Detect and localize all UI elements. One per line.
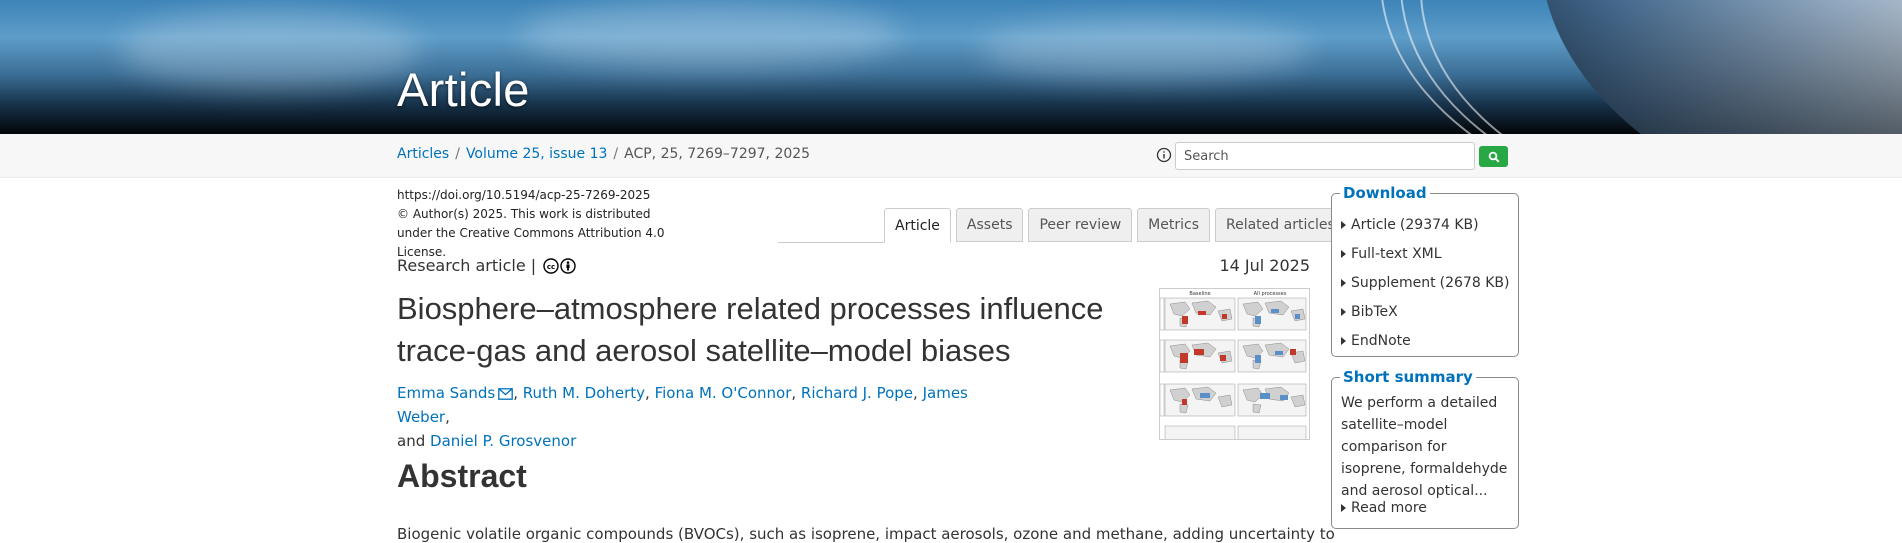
short-summary-box: Short summary We perform a detailed sate… — [1331, 368, 1519, 529]
tab-article[interactable]: Article — [884, 208, 951, 243]
search-button[interactable] — [1479, 146, 1508, 167]
caret-right-icon — [1341, 336, 1346, 345]
download-list: Article (29374 KB) Full-text XML Supplem… — [1341, 210, 1509, 355]
download-item-endnote[interactable]: EndNote — [1341, 326, 1509, 355]
caret-right-icon — [1341, 249, 1346, 258]
download-item-label: EndNote — [1351, 332, 1411, 349]
author-conjunction: and — [397, 432, 426, 450]
author-link[interactable]: Richard J. Pope — [801, 384, 913, 402]
breadcrumb: Articles / Volume 25, issue 13 / ACP, 25, 72… — [397, 146, 810, 162]
tab-metrics[interactable]: Metrics — [1137, 208, 1210, 242]
search-icon — [1488, 151, 1500, 163]
article-title: Biosphere–atmosphere related processes i… — [397, 291, 1104, 368]
read-more-link[interactable]: Read more — [1341, 500, 1427, 516]
download-item-size: (2678 KB) — [1439, 274, 1510, 291]
article-meta: https://doi.org/10.5194/acp-25-7269-2025… — [397, 186, 677, 262]
caret-right-icon — [1341, 220, 1346, 229]
mail-icon[interactable] — [498, 388, 514, 400]
doi-text[interactable]: https://doi.org/10.5194/acp-25-7269-2025 — [397, 186, 677, 205]
author-link[interactable]: Ruth M. Doherty — [523, 384, 645, 402]
article-type: Research article | cc — [397, 256, 576, 275]
download-item-label: Supplement — [1351, 274, 1436, 291]
download-item-supplement[interactable]: Supplement (2678 KB) — [1341, 268, 1509, 297]
download-item-label: BibTeX — [1351, 303, 1398, 320]
breadcrumb-separator: / — [613, 146, 619, 162]
read-more-label: Read more — [1351, 500, 1427, 516]
banner-arc — [1420, 0, 1902, 134]
caret-right-icon — [1341, 504, 1346, 512]
breadcrumb-separator: / — [455, 146, 460, 162]
abstract-text: Biogenic volatile organic compounds (BVO… — [397, 525, 1335, 543]
download-item-article[interactable]: Article (29374 KB) — [1341, 210, 1509, 239]
author-list: Emma Sands, Ruth M. Doherty, Fiona M. O'… — [397, 381, 1017, 453]
cc-icon: cc — [543, 257, 559, 274]
license-icons[interactable]: cc — [543, 257, 576, 274]
figure-thumbnail-image: Baseline All processes — [1160, 291, 1307, 439]
breadcrumb-articles-link[interactable]: Articles — [397, 146, 449, 162]
svg-text:cc: cc — [547, 263, 555, 271]
caret-right-icon — [1341, 278, 1346, 287]
thumbnail-label: All processes — [1254, 291, 1287, 297]
license-text: © Author(s) 2025. This work is distribut… — [397, 207, 665, 259]
breadcrumb-volume-link[interactable]: Volume 25, issue 13 — [466, 146, 607, 162]
author-separator: , — [913, 384, 923, 402]
banner-cloud — [980, 20, 1310, 80]
author-link[interactable]: Emma Sands — [397, 384, 495, 402]
tab-assets[interactable]: Assets — [955, 208, 1024, 242]
short-summary-title: Short summary — [1340, 368, 1476, 386]
banner-title: Article — [397, 63, 530, 116]
tab-peer-review[interactable]: Peer review — [1028, 208, 1133, 242]
author-separator: , — [645, 384, 655, 402]
article-type-label: Research article | — [397, 256, 537, 275]
author-separator: , — [445, 408, 450, 426]
author-link[interactable]: Fiona M. O'Connor — [655, 384, 792, 402]
author-separator: , — [791, 384, 801, 402]
abstract-heading: Abstract — [397, 458, 527, 494]
figure-thumbnail[interactable]: Baseline All processes — [1159, 288, 1310, 440]
author-separator: , — [513, 384, 523, 402]
short-summary-text: We perform a detailed satellite–model co… — [1341, 395, 1508, 499]
breadcrumb-current: ACP, 25, 7269–7297, 2025 — [624, 146, 811, 162]
banner: Article — [0, 0, 1902, 134]
download-item-label: Full-text XML — [1351, 245, 1442, 262]
download-item-label: Article — [1351, 216, 1396, 233]
tab-baseline — [778, 242, 885, 243]
thumbnail-label: Baseline — [1189, 291, 1210, 297]
publication-date: 14 Jul 2025 — [1219, 256, 1310, 275]
info-icon[interactable] — [1156, 147, 1172, 163]
search-input[interactable] — [1175, 142, 1475, 170]
download-item-bibtex[interactable]: BibTeX — [1341, 297, 1509, 326]
caret-right-icon — [1341, 307, 1346, 316]
banner-cloud — [520, 0, 900, 70]
banner-cloud — [120, 10, 420, 90]
breadcrumb-bar: Articles / Volume 25, issue 13 / ACP, 25, 72… — [0, 134, 1902, 178]
download-box-title: Download — [1340, 184, 1430, 202]
download-box: Download Article (29374 KB) Full-text XM… — [1331, 184, 1519, 357]
author-link[interactable]: Daniel P. Grosvenor — [430, 432, 576, 450]
download-item-full-text-xml[interactable]: Full-text XML — [1341, 239, 1509, 268]
download-item-size: (29374 KB) — [1399, 216, 1479, 233]
article-tabs: Article Assets Peer review Metrics Relat… — [884, 208, 1346, 243]
tab-related-articles[interactable]: Related articles — [1215, 208, 1346, 242]
cc-by-icon — [560, 257, 576, 274]
